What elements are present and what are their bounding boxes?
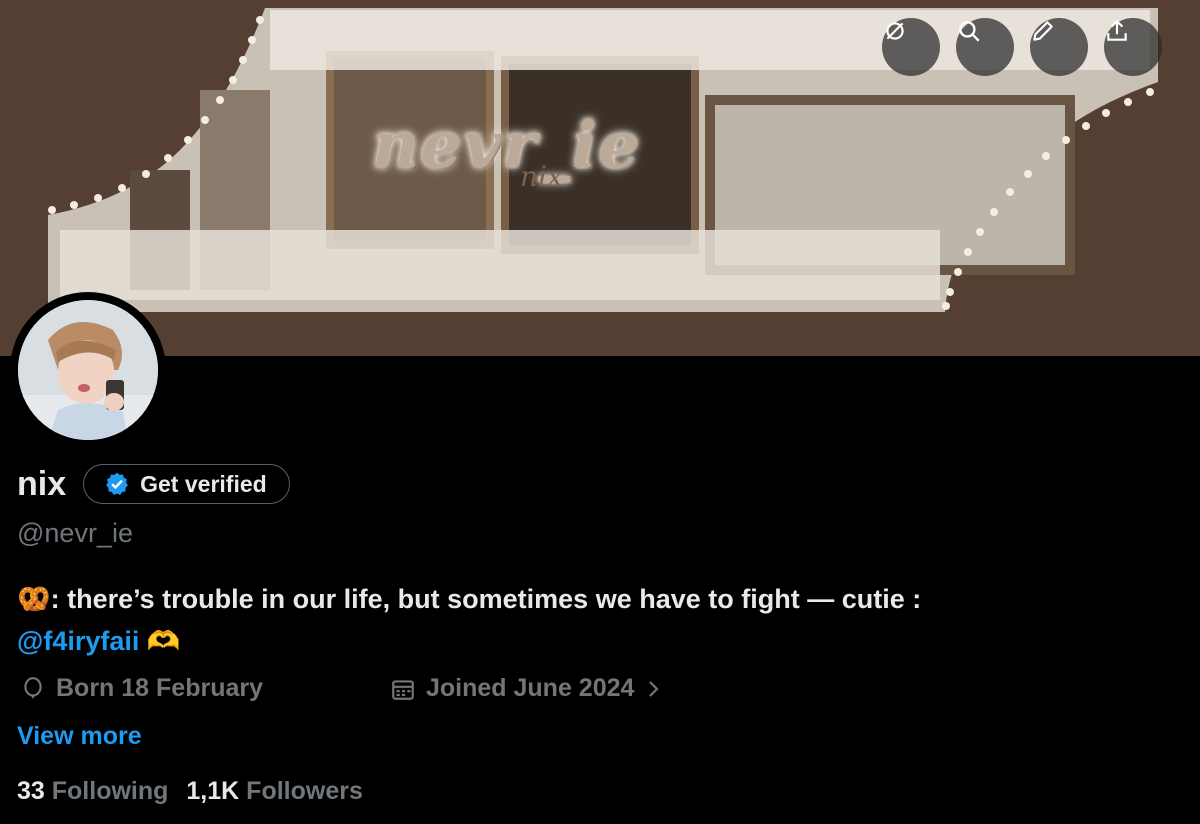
chevron-right-icon (649, 680, 659, 697)
get-verified-button[interactable]: Get verified (83, 464, 290, 504)
banner-title-text: nevr_ie (372, 108, 642, 183)
followers-link[interactable]: 1,1K Followers (186, 777, 362, 806)
followers-label: Followers (246, 777, 363, 805)
birthday-info: Born 18 February (20, 674, 263, 703)
avatar-photo (18, 300, 158, 440)
followers-count: 1,1K (186, 777, 240, 805)
verified-badge-icon (106, 472, 128, 495)
calendar-icon (392, 679, 414, 700)
no-sync-button[interactable] (882, 18, 940, 76)
profile-bio: 🥨: there’s trouble in our life, but some… (17, 578, 921, 662)
view-more-link[interactable]: View more (17, 722, 142, 751)
no-sync-icon (886, 22, 904, 40)
joined-info[interactable]: Joined June 2024 (390, 674, 664, 703)
edit-button[interactable] (1030, 18, 1088, 76)
name-row: nix Get verified (17, 464, 290, 504)
birthday-text: Born 18 February (56, 674, 264, 702)
joined-text: Joined June 2024 (426, 674, 635, 702)
display-name: nix (17, 464, 67, 503)
profile-handle: @nevr_ie (17, 518, 133, 548)
get-verified-label: Get verified (140, 470, 267, 497)
share-icon (1107, 19, 1127, 41)
bio-emoji: 🥨 (17, 584, 51, 614)
following-label: Following (51, 777, 169, 805)
search-button[interactable] (956, 18, 1014, 76)
avatar-image (18, 300, 158, 440)
balloon-icon (24, 676, 42, 699)
profile-banner[interactable]: nevr_ie nix (0, 0, 1200, 356)
banner-sub-text: nix (520, 160, 563, 193)
pencil-icon (1033, 21, 1053, 41)
following-link[interactable]: 33 Following (17, 777, 168, 806)
share-button[interactable] (1104, 18, 1162, 76)
following-count: 33 (17, 777, 45, 805)
bio-emoji-end: 🫶 (146, 626, 181, 656)
follow-stats: 33 Following 1,1K Followers (17, 777, 363, 806)
search-icon (959, 21, 980, 42)
profile-avatar[interactable] (10, 292, 166, 448)
bio-text: : there’s trouble in our life, but somet… (50, 584, 922, 614)
bio-mention-link[interactable]: @f4iryfaii (17, 626, 139, 656)
